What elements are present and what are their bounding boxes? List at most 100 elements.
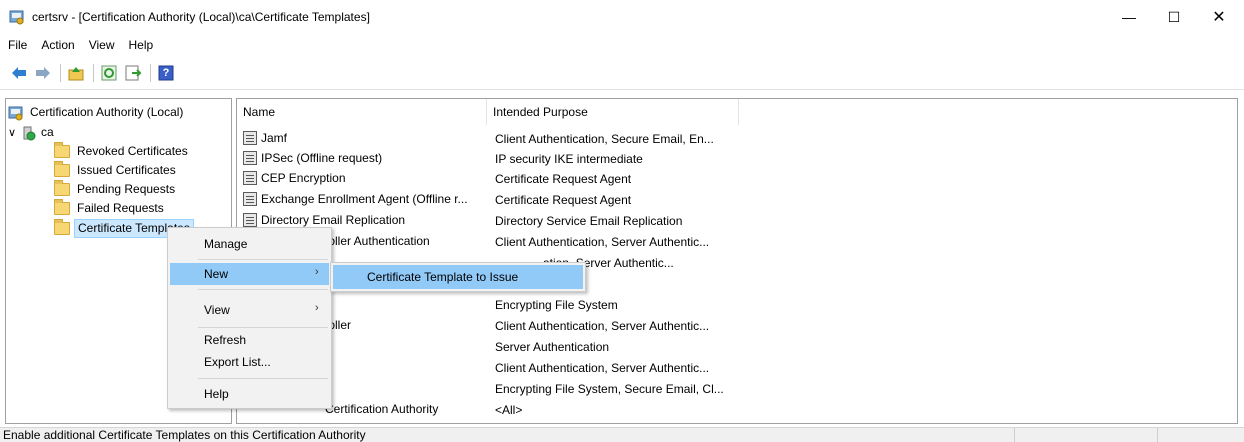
forward-arrow-icon[interactable] [32,62,54,84]
tree-item-ca[interactable]: ∨ ca [8,123,57,142]
export-list-icon[interactable] [122,62,144,84]
column-header-intended-purpose[interactable]: Intended Purpose [487,99,739,125]
context-menu-item-export-list[interactable]: Export List... [170,351,329,373]
list-row-subordinate-ca[interactable]: Certification Authority <All> [237,400,1237,420]
menu-item-label: View [204,303,230,317]
toolbar-separator [60,63,61,82]
menu-file[interactable]: File [0,34,34,56]
folder-icon [54,180,70,196]
list-row-ipsec-offline[interactable]: IPSec (Offline request) IP security IKE … [237,149,1237,169]
template-purpose: Client Authentication, Server Authentic.… [495,235,710,249]
menu-separator [198,289,328,290]
template-purpose: Directory Service Email Replication [495,214,683,228]
list-row-partial-3[interactable]: Server Authentication [237,337,1237,357]
toolbar-separator [150,63,151,82]
new-submenu[interactable]: Certificate Template to Issue [330,262,586,292]
tree-label: Failed Requests [77,201,164,215]
folder-icon [54,199,70,215]
folder-icon [54,161,70,177]
template-name: Exchange Enrollment Agent (Offline r... [261,192,468,206]
list-item-name: CEP Encryption [243,171,346,185]
refresh-icon[interactable] [98,62,120,84]
template-purpose: Server Authentication [495,340,610,354]
status-text: Enable additional Certificate Templates … [3,428,366,442]
help-glyph: ? [162,66,170,79]
template-purpose: <All> [495,403,523,417]
context-menu-item-refresh[interactable]: Refresh [170,329,329,351]
template-name: CEP Encryption [261,171,346,185]
certification-authority-icon [8,106,23,120]
menu-item-label: Help [204,387,229,401]
list-row-domain-controller-authentication[interactable]: troller Authentication Client Authentica… [237,232,1237,252]
list-row-domain-controller[interactable]: troller Client Authentication, Server Au… [237,316,1237,336]
list-row-jamf[interactable]: Jamf Client Authentication, Secure Email… [237,129,1237,149]
template-purpose: Certificate Request Agent [495,172,632,186]
list-row-partial-2[interactable]: Encrypting File System [237,295,1237,315]
list-row-exchange-enrollment-agent[interactable]: Exchange Enrollment Agent (Offline r... … [237,190,1237,210]
help-icon[interactable]: ? [155,62,177,84]
tree-item-failed-requests[interactable]: Failed Requests [54,199,167,218]
template-name: Certification Authority [325,402,439,416]
menu-bar: File Action View Help [0,34,1244,56]
template-purpose: Encrypting File System [495,298,618,312]
certificate-template-icon [243,171,257,185]
tree-item-issued-certificates[interactable]: Issued Certificates [54,161,179,180]
column-header-name[interactable]: Name [237,99,487,125]
toolbar: ? [0,56,1244,90]
menu-separator [198,327,328,328]
menu-separator [198,378,328,379]
up-folder-icon[interactable] [65,62,87,84]
template-name: IPSec (Offline request) [261,151,383,165]
window-title: certsrv - [Certification Authority (Loca… [32,10,370,24]
context-menu-item-manage[interactable]: Manage [170,233,329,255]
back-arrow-icon[interactable] [8,62,30,84]
certificate-template-icon [243,192,257,206]
close-button[interactable]: ✕ [1196,0,1242,34]
template-name: Jamf [261,131,288,145]
certificate-template-icon [243,213,257,227]
toolbar-separator [93,63,94,82]
status-divider [1014,428,1015,442]
tree-item-pending-requests[interactable]: Pending Requests [54,180,178,199]
certificate-template-icon [243,131,257,145]
menu-action[interactable]: Action [34,34,81,56]
minimize-button[interactable]: — [1106,0,1152,34]
maximize-button[interactable]: ☐ [1151,0,1197,34]
list-item-name: Jamf [243,131,287,145]
certsrv-app-icon [9,10,24,25]
tree-label: Revoked Certificates [77,144,188,158]
template-purpose: Client Authentication, Secure Email, En.… [495,132,714,146]
status-bar: Enable additional Certificate Templates … [0,427,1244,442]
results-list[interactable]: Name Intended Purpose Jamf Client Authen… [236,98,1238,424]
list-row-directory-email-replication[interactable]: Directory Email Replication Directory Se… [237,211,1237,231]
certificate-template-icon [243,151,257,165]
context-menu[interactable]: Manage New › View › Refresh Export List.… [167,227,332,409]
context-menu-item-view[interactable]: View › [170,299,329,321]
menu-view[interactable]: View [82,34,122,56]
expand-chevron-icon[interactable]: ∨ [8,126,20,139]
tree-item-root[interactable]: Certification Authority (Local) [8,103,186,122]
menu-separator [198,259,328,260]
list-row-cep-encryption[interactable]: CEP Encryption Certificate Request Agent [237,169,1237,189]
template-purpose: Client Authentication, Server Authentic.… [495,361,710,375]
list-row-partial-4[interactable]: Client Authentication, Server Authentic.… [237,358,1237,378]
menu-help[interactable]: Help [122,34,161,56]
folder-icon [54,219,70,235]
tree-item-revoked-certificates[interactable]: Revoked Certificates [54,142,191,161]
menu-item-label: New [204,267,229,281]
menu-item-label: Export List... [204,355,271,369]
menu-item-label: Refresh [204,333,247,347]
submenu-arrow-icon: › [315,266,319,278]
template-purpose: IP security IKE intermediate [495,152,643,166]
ca-server-icon [23,126,36,140]
template-purpose: Client Authentication, Server Authentic.… [495,319,710,333]
submenu-arrow-icon: › [315,302,319,314]
submenu-item-certificate-template-to-issue[interactable]: Certificate Template to Issue [333,265,583,289]
context-menu-item-help[interactable]: Help [170,383,329,405]
list-item-name: Exchange Enrollment Agent (Offline r... [243,192,468,206]
tree-label: Pending Requests [77,182,176,196]
context-menu-item-new[interactable]: New › [170,263,329,285]
menu-item-label: Certificate Template to Issue [367,270,519,284]
list-row-partial-5[interactable]: Encrypting File System, Secure Email, Cl… [237,379,1237,399]
list-item-name: Directory Email Replication [243,213,405,227]
